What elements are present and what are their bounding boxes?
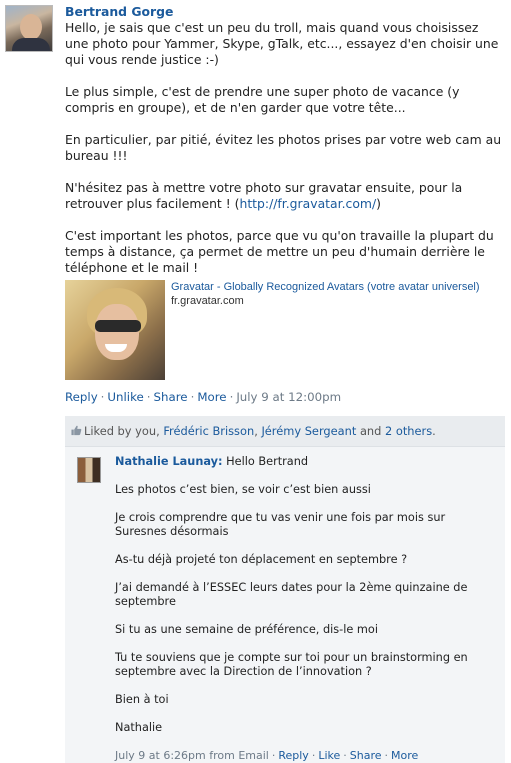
reply-comment: Nathalie Launay: Hello Bertrand Les phot…	[65, 446, 505, 763]
post-paragraph-5: C'est important les photos, parce que vu…	[65, 228, 494, 275]
post-paragraph-4: N'hésitez pas à mettre votre photo sur g…	[65, 180, 505, 212]
reply-paragraph-8: Nathalie	[115, 721, 163, 734]
post-timestamp: July 9 at 12:00pm	[236, 390, 342, 404]
reply-link[interactable]: Reply	[65, 390, 98, 404]
share-link[interactable]: Share	[154, 390, 188, 404]
likes-others-link[interactable]: 2 others	[385, 424, 432, 438]
likes-period: .	[432, 424, 436, 438]
separator-dot: ·	[146, 390, 151, 404]
separator-dot: ·	[190, 390, 195, 404]
likes-summary: Liked by you, Frédéric Brisson, Jérémy S…	[65, 416, 505, 446]
reply-reply-link[interactable]: Reply	[278, 749, 308, 762]
post-paragraph-3: En particulier, par pitié, évitez les ph…	[65, 132, 502, 163]
post-paragraph-1: Hello, je sais que c'est un peu du troll…	[65, 20, 499, 67]
thumbs-up-icon	[71, 425, 82, 436]
reply-author-avatar[interactable]	[77, 457, 101, 483]
likes-prefix: Liked by you,	[84, 424, 164, 438]
reply-paragraph-5: Si tu as une semaine de préférence, dis-…	[115, 623, 378, 636]
reply-paragraph-4: J’ai demandé à l’ESSEC leurs dates pour …	[115, 581, 468, 608]
reply-paragraph-1: Les photos c’est bien, se voir c’est bie…	[115, 483, 371, 496]
reply-paragraph-3: As-tu déjà projeté ton déplacement en se…	[115, 553, 408, 566]
separator-dot: ·	[343, 749, 347, 762]
post-body: Bertrand Gorge Hello, je sais que c'est …	[65, 4, 505, 292]
reply-like-link[interactable]: Like	[318, 749, 340, 762]
post-author[interactable]: Bertrand Gorge	[65, 4, 505, 20]
reply-greeting: Hello Bertrand	[222, 455, 309, 468]
reply-timestamp: July 9 at 6:26pm from Email	[115, 749, 269, 762]
reply-meta: July 9 at 6:26pm from Email · Reply · Like · S…	[115, 749, 495, 763]
separator-dot: ·	[271, 749, 276, 762]
liker-frederic[interactable]: Frédéric Brisson	[163, 424, 254, 438]
reply-author[interactable]: Nathalie Launay:	[115, 455, 223, 468]
attachment-text: Gravatar - Globally Recognized Avatars (…	[171, 280, 480, 308]
reply-paragraph-7: Bien à toi	[115, 693, 169, 706]
separator-dot: ·	[229, 390, 234, 404]
likes-and: and	[356, 424, 385, 438]
reply-header: Nathalie Launay: Hello Bertrand	[115, 455, 495, 469]
post-actions: Reply · Unlike · Share · More · July 9 at 12:00p…	[65, 390, 341, 404]
post-paragraph-4-close: )	[376, 196, 381, 211]
reply-more-link[interactable]: More	[391, 749, 418, 762]
attachment-thumbnail[interactable]	[65, 280, 165, 380]
attachment-domain: fr.gravatar.com	[171, 295, 244, 307]
attachment-title[interactable]: Gravatar - Globally Recognized Avatars (…	[171, 280, 480, 294]
separator-dot: ·	[384, 749, 389, 762]
link-attachment: Gravatar - Globally Recognized Avatars (…	[65, 280, 505, 380]
reply-share-link[interactable]: Share	[350, 749, 382, 762]
reply-body: Nathalie Launay: Hello Bertrand Les phot…	[115, 455, 495, 763]
more-link[interactable]: More	[197, 390, 226, 404]
separator-dot: ·	[311, 749, 316, 762]
reply-paragraph-2: Je crois comprendre que tu vas venir une…	[115, 511, 446, 538]
post-paragraph-2: Le plus simple, c'est de prendre une sup…	[65, 84, 460, 115]
gravatar-link[interactable]: http://fr.gravatar.com/	[239, 196, 376, 211]
liker-jeremy[interactable]: Jérémy Sergeant	[261, 424, 356, 438]
avatar-face	[20, 14, 42, 40]
reply-paragraph-6: Tu te souviens que je compte sur toi pou…	[115, 651, 468, 678]
separator-dot: ·	[100, 390, 105, 404]
author-avatar[interactable]	[5, 5, 53, 52]
unlike-link[interactable]: Unlike	[107, 390, 143, 404]
avatar-shirt	[12, 38, 50, 51]
